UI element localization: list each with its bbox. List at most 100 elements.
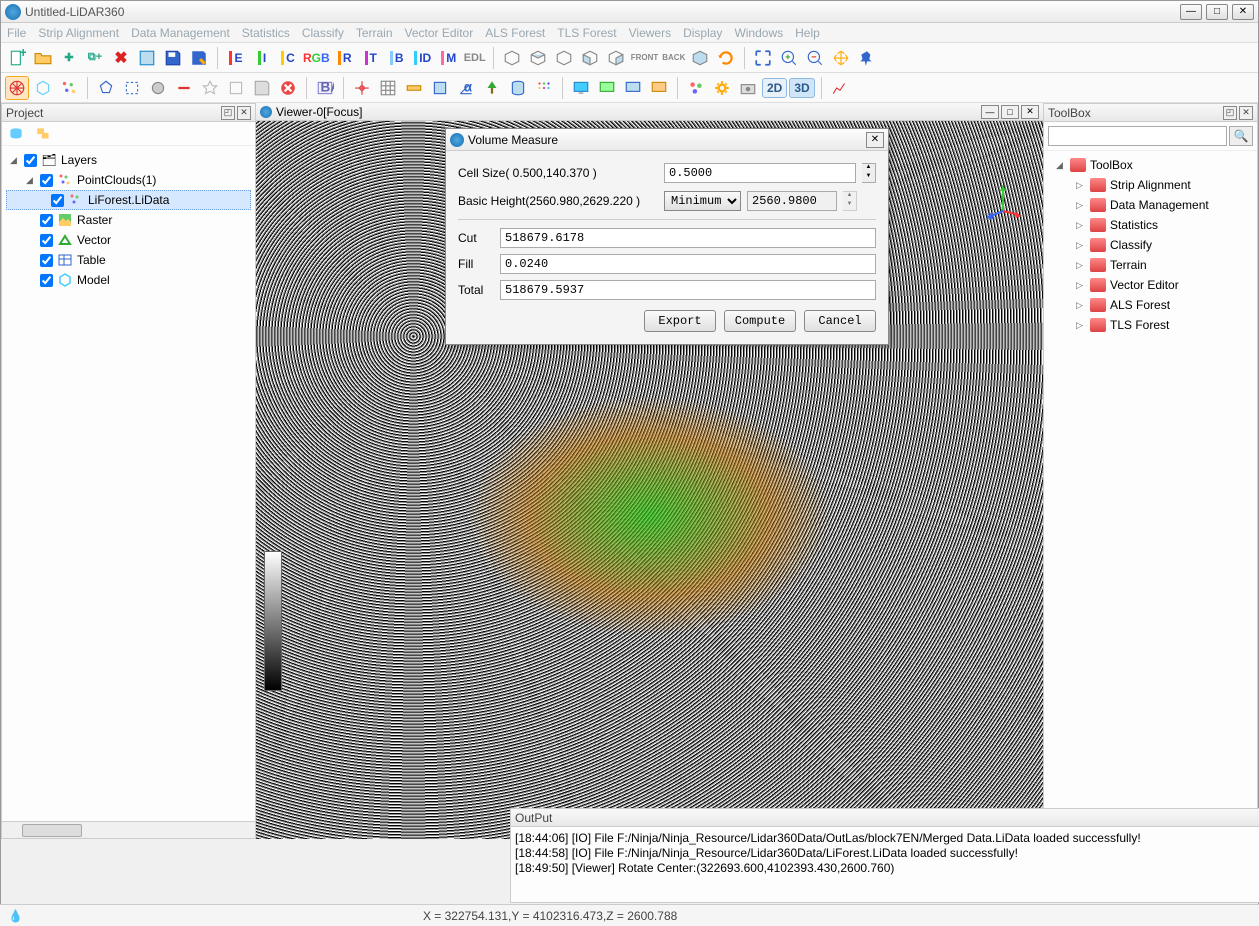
tree-vector[interactable]: Vector <box>6 230 251 250</box>
tree-raster[interactable]: Raster <box>6 210 251 230</box>
toolbox-statistics[interactable]: ▷Statistics <box>1048 215 1253 235</box>
sphere-icon[interactable] <box>146 76 170 100</box>
menu-windows[interactable]: Windows <box>734 26 783 40</box>
fit-icon[interactable] <box>751 46 775 70</box>
output-body[interactable]: [18:44:06] [IO] File F:/Ninja/Ninja_Reso… <box>511 827 1259 902</box>
basic-height-spinner[interactable]: ▲▼ <box>843 191 857 211</box>
ruler-icon[interactable] <box>402 76 426 100</box>
menu-tls-forest[interactable]: TLS Forest <box>557 26 616 40</box>
menu-help[interactable]: Help <box>795 26 820 40</box>
color-c-icon[interactable]: C <box>276 46 300 70</box>
maximize-button[interactable]: □ <box>1206 4 1228 20</box>
menu-statistics[interactable]: Statistics <box>242 26 290 40</box>
chart-icon[interactable] <box>828 76 852 100</box>
toolbox-strip-alignment[interactable]: ▷Strip Alignment <box>1048 175 1253 195</box>
tree-liforest[interactable]: LiForest.LiData <box>6 190 251 210</box>
toolbox-root[interactable]: ◢ ToolBox <box>1048 155 1253 175</box>
compute-button[interactable]: Compute <box>724 310 796 332</box>
star-icon[interactable] <box>198 76 222 100</box>
raster-checkbox[interactable] <box>40 214 53 227</box>
grid-icon[interactable] <box>376 76 400 100</box>
rect-select-icon[interactable] <box>120 76 144 100</box>
toolbox-close-button[interactable]: ✕ <box>1239 106 1253 120</box>
merge-icon[interactable]: ⧉+ <box>83 46 107 70</box>
minus-icon[interactable] <box>172 76 196 100</box>
toolbox-data-management[interactable]: ▷Data Management <box>1048 195 1253 215</box>
cube-full-icon[interactable] <box>688 46 712 70</box>
open-icon[interactable] <box>31 46 55 70</box>
cell-size-input[interactable] <box>664 163 856 183</box>
toolbox-search-input[interactable] <box>1048 126 1227 146</box>
project-undock-button[interactable]: ◰ <box>221 106 235 120</box>
gear-icon[interactable] <box>710 76 734 100</box>
vector-checkbox[interactable] <box>40 234 53 247</box>
menu-als-forest[interactable]: ALS Forest <box>485 26 545 40</box>
menu-file[interactable]: File <box>7 26 26 40</box>
project-hscroll[interactable] <box>2 821 255 838</box>
color-t-icon[interactable]: T <box>359 46 383 70</box>
basic-height-mode[interactable]: Minimum <box>664 191 741 211</box>
menu-terrain[interactable]: Terrain <box>356 26 393 40</box>
crop-icon[interactable] <box>224 76 248 100</box>
zoom-out-icon[interactable] <box>803 46 827 70</box>
color-i-icon[interactable]: I <box>250 46 274 70</box>
camera-icon[interactable] <box>736 76 760 100</box>
select-hex-icon[interactable] <box>31 76 55 100</box>
edl-icon[interactable]: EDL <box>463 46 487 70</box>
add-icon[interactable]: ✚ <box>57 46 81 70</box>
select-radial-icon[interactable] <box>5 76 29 100</box>
menu-data-management[interactable]: Data Management <box>131 26 230 40</box>
color-e-icon[interactable]: E <box>224 46 248 70</box>
toolbox-vector-editor[interactable]: ▷Vector Editor <box>1048 275 1253 295</box>
cancel-button[interactable]: Cancel <box>804 310 876 332</box>
save-icon[interactable] <box>161 46 185 70</box>
table-checkbox[interactable] <box>40 254 53 267</box>
viewer-max-button[interactable]: □ <box>1001 105 1019 119</box>
export-button[interactable]: Export <box>644 310 716 332</box>
cube-top-icon[interactable] <box>526 46 550 70</box>
cell-size-spinner[interactable]: ▲▼ <box>862 163 876 183</box>
project-tb-1-icon[interactable] <box>4 122 28 146</box>
delete-icon[interactable]: ✖ <box>109 46 133 70</box>
bat-icon[interactable]: BAT <box>313 76 337 100</box>
basic-height-input[interactable] <box>747 191 837 211</box>
pan-icon[interactable] <box>829 46 853 70</box>
monitor-3-icon[interactable] <box>621 76 645 100</box>
color-rgb-icon[interactable]: RGB <box>302 46 331 70</box>
project-tb-2-icon[interactable] <box>32 122 56 146</box>
disk-icon[interactable] <box>250 76 274 100</box>
zoom-in-icon[interactable] <box>777 46 801 70</box>
layers-checkbox[interactable] <box>24 154 37 167</box>
color-m-icon[interactable]: M <box>437 46 461 70</box>
toolbox-undock-button[interactable]: ◰ <box>1223 106 1237 120</box>
cube-right-icon[interactable] <box>604 46 628 70</box>
crosshair-icon[interactable] <box>350 76 374 100</box>
toolbox-als-forest[interactable]: ▷ALS Forest <box>1048 295 1253 315</box>
toolbox-classify[interactable]: ▷Classify <box>1048 235 1253 255</box>
cube-bottom-icon[interactable] <box>552 46 576 70</box>
color-b-icon[interactable]: B <box>385 46 409 70</box>
menu-display[interactable]: Display <box>683 26 722 40</box>
project-close-button[interactable]: ✕ <box>237 106 251 120</box>
pointclouds-checkbox[interactable] <box>40 174 53 187</box>
cube-left-icon[interactable] <box>578 46 602 70</box>
select-scatter-icon[interactable] <box>57 76 81 100</box>
tree-icon[interactable] <box>480 76 504 100</box>
toolbox-search-button[interactable]: 🔍 <box>1229 126 1253 146</box>
tree-pointclouds[interactable]: ◢ PointClouds(1) <box>6 170 251 190</box>
monitor-1-icon[interactable] <box>569 76 593 100</box>
cube-iso-icon[interactable] <box>500 46 524 70</box>
tree-layers[interactable]: ◢ 🗂 Layers <box>6 150 251 170</box>
viewer-close-button[interactable]: ✕ <box>1021 105 1039 119</box>
toolbox-terrain[interactable]: ▷Terrain <box>1048 255 1253 275</box>
rotate-icon[interactable] <box>714 46 738 70</box>
toolbox-tls-forest[interactable]: ▷TLS Forest <box>1048 315 1253 335</box>
menu-classify[interactable]: Classify <box>302 26 344 40</box>
monitor-4-icon[interactable] <box>647 76 671 100</box>
3d-button[interactable]: 3D <box>789 78 814 98</box>
tree-table[interactable]: Table <box>6 250 251 270</box>
polygon-icon[interactable] <box>94 76 118 100</box>
cylinder-icon[interactable] <box>506 76 530 100</box>
minimize-button[interactable]: — <box>1180 4 1202 20</box>
cube-back-icon[interactable]: BACK <box>661 46 686 70</box>
